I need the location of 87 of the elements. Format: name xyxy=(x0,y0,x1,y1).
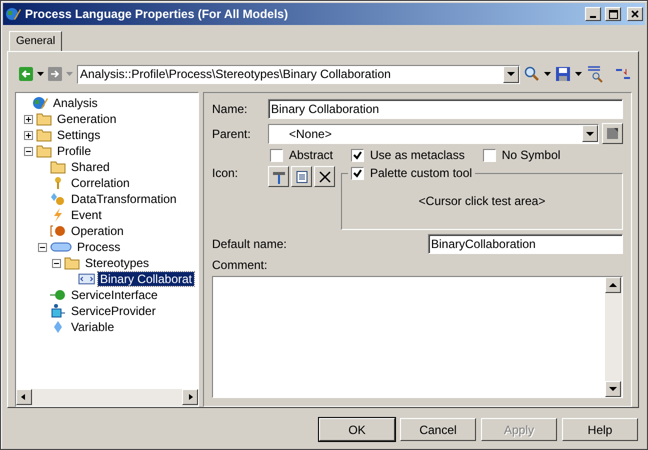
tree-item[interactable]: Shared xyxy=(69,160,112,174)
field-label: Default name: xyxy=(212,237,288,251)
path-combo[interactable]: Analysis::Profile\Process\Stereotypes\Binary Collaboration xyxy=(77,64,520,84)
test-area-text: <Cursor click test area> xyxy=(418,194,546,208)
caret-icon xyxy=(37,72,44,76)
folder-icon xyxy=(36,112,52,126)
default-name-field[interactable]: BinaryCollaboration xyxy=(428,234,623,254)
forward-icon[interactable] xyxy=(48,67,62,81)
expander-icon[interactable] xyxy=(24,114,33,124)
tree-item[interactable]: ServiceInterface xyxy=(69,288,160,302)
tree-item[interactable]: Event xyxy=(69,208,104,222)
clear-button[interactable] xyxy=(314,166,335,187)
app-icon xyxy=(5,6,21,22)
tree-item[interactable]: DataTransformation xyxy=(69,192,179,206)
hammer-button[interactable] xyxy=(268,166,289,187)
folder-icon xyxy=(36,144,52,158)
tree-item[interactable]: ServiceProvider xyxy=(69,304,158,318)
node-icon xyxy=(50,304,66,318)
expander-icon[interactable] xyxy=(38,242,47,252)
arrow-down-icon xyxy=(586,130,594,136)
checkbox-option[interactable]: Palette custom tool xyxy=(348,166,476,180)
tree-item[interactable]: Binary Collaborat xyxy=(98,272,194,286)
dialog-button[interactable]: Cancel xyxy=(400,418,476,441)
maximize-icon xyxy=(608,10,618,18)
square-icon xyxy=(606,127,619,140)
spellcheck-icon[interactable] xyxy=(586,65,604,83)
dialog-button[interactable]: Help xyxy=(562,418,638,441)
save-icon[interactable] xyxy=(555,66,571,82)
stereotype-icon xyxy=(78,272,95,286)
arrow-right-icon xyxy=(186,394,194,400)
tree-item[interactable]: Profile xyxy=(55,144,94,158)
folder-icon xyxy=(36,128,52,142)
plus-icon xyxy=(25,116,32,122)
vertical-scrollbar[interactable] xyxy=(605,277,622,397)
sphere-icon xyxy=(50,224,66,238)
tree-item[interactable]: Stereotypes xyxy=(83,256,152,270)
folder-icon xyxy=(50,160,66,174)
field-label: Parent: xyxy=(212,126,252,140)
checkbox-option[interactable]: Use as metaclass xyxy=(351,148,465,162)
arrow-left-icon xyxy=(20,394,28,400)
plus-icon xyxy=(25,132,32,138)
arrow-down-icon xyxy=(609,386,617,392)
folder-icon xyxy=(64,256,80,270)
tree-item[interactable]: Variable xyxy=(69,320,116,334)
checkbox[interactable] xyxy=(270,148,283,162)
parent-dropdown[interactable]: <None> xyxy=(268,124,599,144)
field-label: Comment: xyxy=(212,258,268,272)
tree-item[interactable]: Process xyxy=(75,240,122,254)
window-title: Process Language Properties (For All Models) xyxy=(25,7,289,21)
checkbox-option[interactable]: Abstract xyxy=(270,148,334,162)
search-icon[interactable] xyxy=(524,66,540,82)
tab[interactable]: General xyxy=(9,31,62,51)
checkbox-option[interactable]: No Symbol xyxy=(482,148,560,162)
caret-icon xyxy=(66,72,73,76)
checkbox[interactable] xyxy=(351,166,364,180)
name-field[interactable]: Binary Collaboration xyxy=(268,99,623,119)
checkbox[interactable] xyxy=(482,148,496,162)
caret-icon xyxy=(575,72,582,76)
tree-item[interactable]: Generation xyxy=(55,112,118,126)
field-label: Icon: xyxy=(212,166,240,180)
tree-item[interactable]: Operation xyxy=(69,224,126,238)
close-button[interactable] xyxy=(627,7,643,21)
globe-icon xyxy=(32,96,48,110)
close-icon xyxy=(631,10,639,18)
back-icon[interactable] xyxy=(19,67,33,81)
arrow-up-icon xyxy=(609,282,617,288)
properties-button[interactable] xyxy=(602,123,623,144)
dialog-button[interactable]: OK xyxy=(319,418,395,441)
checkbox[interactable] xyxy=(351,148,364,162)
arrow-down-icon xyxy=(507,71,515,77)
document-button[interactable] xyxy=(291,166,312,187)
document-icon xyxy=(296,170,308,182)
caret-icon xyxy=(544,72,551,76)
expander-icon[interactable] xyxy=(24,146,33,156)
horizontal-scrollbar[interactable] xyxy=(16,389,198,406)
field-label: Name: xyxy=(212,102,248,116)
maximize-button[interactable] xyxy=(605,7,621,21)
cross-icon xyxy=(318,170,330,182)
tree-item[interactable]: Settings xyxy=(55,128,102,142)
lollipop-icon xyxy=(50,288,66,302)
expander-icon[interactable] xyxy=(24,130,33,140)
tree-item[interactable]: Analysis xyxy=(51,96,100,110)
comment-field[interactable] xyxy=(212,276,623,398)
expander-icon[interactable] xyxy=(52,258,61,268)
capsule-icon xyxy=(50,240,72,254)
tree-item[interactable]: Correlation xyxy=(69,176,132,190)
minimize-button[interactable] xyxy=(585,7,601,21)
